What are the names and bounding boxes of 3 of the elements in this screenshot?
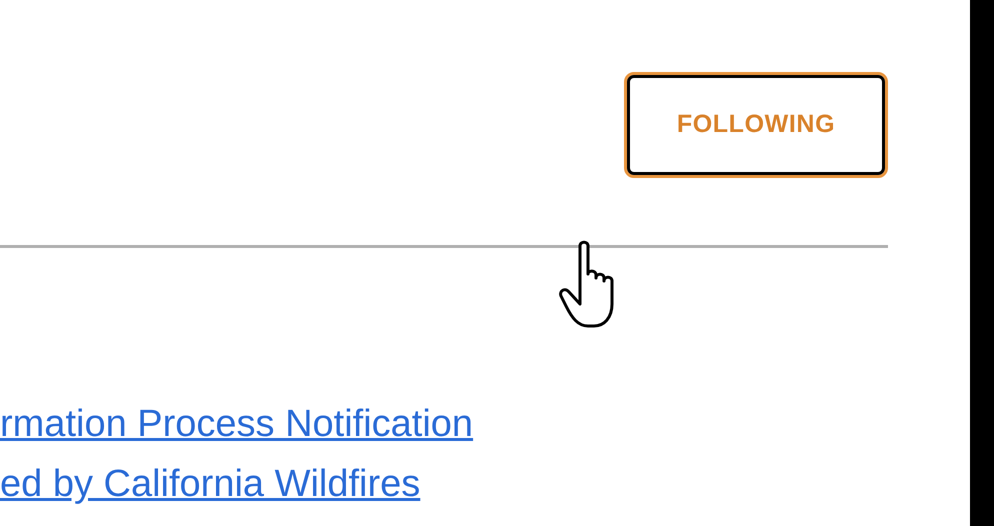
article-link[interactable]: rmation Process Notification (0, 398, 474, 450)
article-link[interactable]: ed by California Wildfires (0, 458, 420, 510)
following-button[interactable]: FOLLOWING (624, 72, 888, 178)
